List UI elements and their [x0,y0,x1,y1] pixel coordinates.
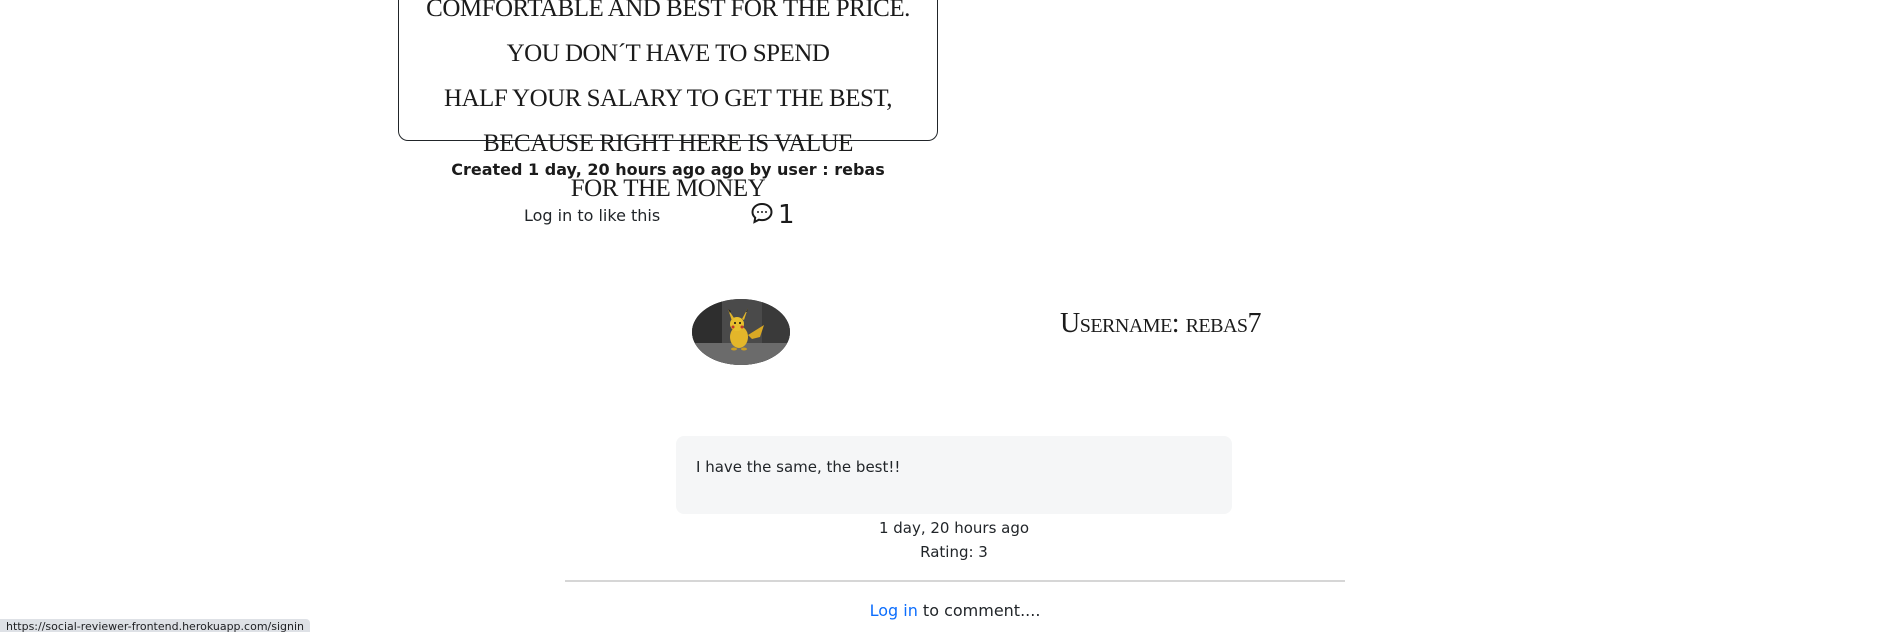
comment-bubble-icon [750,201,774,229]
comment-rating: Rating: 3 [920,543,988,561]
comment-text: I have the same, the best!! [696,458,901,476]
page: comfortable and best for the price. You … [0,0,1898,632]
comment-timestamp: 1 day, 20 hours ago [878,519,1030,537]
review-text-line: half your salary to get the best, becaus… [443,85,893,157]
comment-card: I have the same, the best!! [676,436,1232,514]
comment-count-button[interactable]: 1 [750,200,795,230]
like-login-prompt: Log in to like this [524,206,661,225]
profile-username: Username: rebas7 [1060,308,1262,339]
status-bar-url: https://social-reviewer-frontend.herokua… [0,619,311,632]
divider [565,580,1345,582]
comment-count: 1 [778,200,795,230]
login-to-comment: Log in to comment.... [565,601,1345,620]
review-text-line: comfortable and best for the price. You … [426,0,910,67]
review-actions: Log in to like this 1 [398,200,938,232]
review-content-box: comfortable and best for the price. You … [398,0,938,202]
review-created-info: Created 1 day, 20 hours ago ago by user … [451,160,885,179]
login-link[interactable]: Log in [870,601,918,620]
login-comment-suffix: to comment.... [917,601,1041,620]
pikachu-avatar [692,299,790,365]
